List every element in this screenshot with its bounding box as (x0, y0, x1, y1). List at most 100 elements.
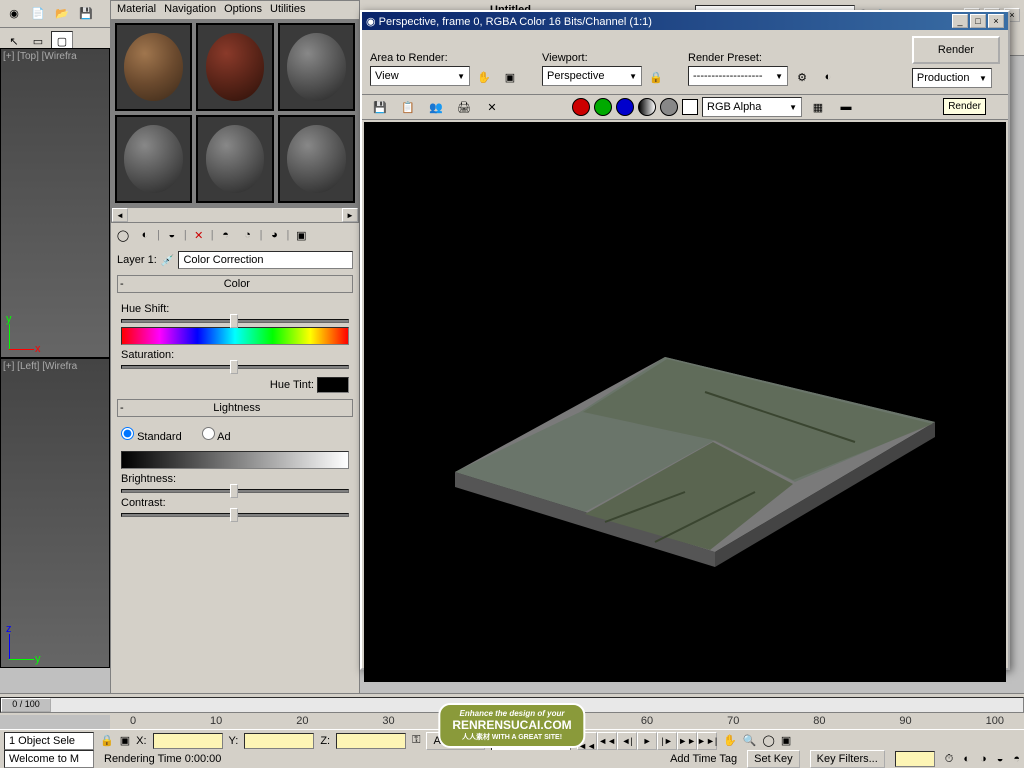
clone-icon[interactable]: 👥 (425, 96, 447, 118)
save-icon[interactable]: 💾 (75, 3, 97, 25)
brightness-slider[interactable] (121, 489, 349, 493)
options-menu[interactable]: Options (224, 3, 262, 17)
viewport-nav1-icon[interactable]: ◐ (963, 753, 970, 765)
orbit-icon[interactable]: ◯ (763, 734, 775, 747)
layer-type-field[interactable]: Color Correction (178, 251, 353, 269)
y-coord-input[interactable] (244, 733, 314, 749)
render-button[interactable]: Render (912, 36, 1000, 64)
lock-selection-icon[interactable]: 🔒 (100, 734, 114, 747)
x-coord-input[interactable] (153, 733, 223, 749)
setkey-button[interactable]: Set Key (747, 750, 800, 768)
render-output[interactable] (364, 122, 1006, 682)
pan-icon[interactable]: ✋ (723, 734, 737, 747)
zoom-icon[interactable]: 🔍 (743, 734, 757, 747)
alpha-channel-icon[interactable] (660, 98, 678, 116)
contrast-slider[interactable] (121, 513, 349, 517)
save-image-icon[interactable]: 💾 (369, 96, 391, 118)
next-frame-icon[interactable]: ►► (677, 732, 697, 750)
render-minimize-button[interactable]: _ (952, 14, 968, 28)
time-config-icon[interactable]: ⏱ (945, 753, 954, 766)
key-icon[interactable]: ⚿ (412, 734, 420, 747)
scroll-left-icon[interactable]: ◄ (112, 208, 128, 222)
advanced-radio[interactable]: Ad (202, 427, 231, 443)
navigation-menu[interactable]: Navigation (164, 3, 216, 17)
options-icon[interactable]: ◓ (216, 225, 236, 245)
add-time-tag[interactable]: Add Time Tag (670, 753, 737, 765)
hue-tint-swatch[interactable] (317, 377, 349, 393)
prev-frame-icon[interactable]: ◄◄ (597, 732, 617, 750)
material-scrollbar[interactable]: ◄ ► (111, 207, 359, 223)
production-dropdown[interactable]: Production▼ (912, 68, 992, 88)
viewport-nav2-icon[interactable]: ◑ (980, 753, 987, 765)
put-material-icon[interactable]: ◐ (135, 225, 155, 245)
toggle-ui-icon[interactable]: ▬ (835, 96, 857, 118)
viewport-nav4-icon[interactable]: ◓ (1013, 753, 1020, 765)
goto-end-icon[interactable]: ►►| (697, 732, 717, 750)
render-titlebar[interactable]: ◉ Perspective, frame 0, RGBA Color 16 Bi… (362, 12, 1008, 30)
viewport-left-label: [+] [Left] [Wirefra (3, 361, 77, 372)
toggle-overlay-icon[interactable]: ▦ (807, 96, 829, 118)
maximize-viewport-icon[interactable]: ▣ (781, 734, 791, 747)
standard-radio[interactable]: Standard (121, 427, 182, 443)
viewport-left[interactable]: [+] [Left] [Wirefra y z (0, 358, 110, 668)
frame-input[interactable] (895, 751, 935, 767)
area-dropdown[interactable]: View▼ (370, 66, 470, 86)
viewport-nav3-icon[interactable]: ◒ (997, 753, 1004, 765)
material-slot-1[interactable] (115, 23, 192, 111)
isolate-icon[interactable]: ▣ (120, 734, 130, 747)
assign-material-icon[interactable]: ◒ (162, 225, 182, 245)
material-slot-4[interactable] (115, 115, 192, 203)
new-icon[interactable]: 📄 (27, 3, 49, 25)
get-material-icon[interactable]: ◯ (113, 225, 133, 245)
next-key-icon[interactable]: |► (657, 732, 677, 750)
mono-channel-icon[interactable] (638, 98, 656, 116)
lightness-params: Standard Ad Brightness: Contrast: (111, 419, 359, 525)
viewport-dropdown[interactable]: Perspective▼ (542, 66, 642, 86)
render-toolbar: 💾 📋 👥 🖨 ✕ RGB Alpha▼ ▦ ▬ (362, 94, 1008, 120)
delete-icon[interactable]: ✕ (189, 225, 209, 245)
watermark: Enhance the design of your RENRENSUCAI.C… (438, 703, 585, 748)
z-coord-input[interactable] (336, 733, 406, 749)
render-title-text: Perspective, frame 0, RGBA Color 16 Bits… (379, 16, 652, 28)
render-setup-icon[interactable]: ⚙ (791, 66, 813, 88)
utilities-menu[interactable]: Utilities (270, 3, 305, 17)
material-slot-2[interactable] (196, 23, 273, 111)
select-by-material-icon[interactable]: ▣ (291, 225, 311, 245)
color-sample-swatch[interactable] (682, 99, 698, 115)
channel-dropdown[interactable]: RGB Alpha▼ (702, 97, 802, 117)
make-unique-icon[interactable]: ◔ (238, 225, 258, 245)
blue-channel-icon[interactable] (616, 98, 634, 116)
material-menu[interactable]: Material (117, 3, 156, 17)
render-close-button[interactable]: × (988, 14, 1004, 28)
render-maximize-button[interactable]: □ (970, 14, 986, 28)
material-slot-3[interactable] (278, 23, 355, 111)
material-slots (111, 19, 359, 207)
red-channel-icon[interactable] (572, 98, 590, 116)
material-slot-5[interactable] (196, 115, 273, 203)
preset-dropdown[interactable]: -------------------▼ (688, 66, 788, 86)
eyedropper-icon[interactable]: 💉 (161, 254, 175, 267)
print-icon[interactable]: 🖨 (453, 96, 475, 118)
region-crop-icon[interactable]: ▣ (499, 66, 521, 88)
scroll-right-icon[interactable]: ► (342, 208, 358, 222)
copy-image-icon[interactable]: 📋 (397, 96, 419, 118)
lock-icon[interactable]: 🔒 (645, 66, 667, 88)
show-map-icon[interactable]: ◕ (264, 225, 284, 245)
play-icon[interactable]: ► (637, 732, 657, 750)
clear-icon[interactable]: ✕ (481, 96, 503, 118)
environment-icon[interactable]: ◐ (817, 66, 839, 88)
hue-shift-slider[interactable] (121, 319, 349, 323)
layer-row: Layer 1: 💉 Color Correction (111, 247, 359, 273)
color-section-header[interactable]: -Color (117, 275, 353, 293)
open-icon[interactable]: 📂 (51, 3, 73, 25)
viewport-top[interactable]: [+] [Top] [Wirefra x y (0, 48, 110, 358)
timeline-thumb[interactable]: 0 / 100 (1, 698, 51, 712)
material-slot-6[interactable] (278, 115, 355, 203)
keyfilters-button[interactable]: Key Filters... (810, 750, 885, 768)
green-channel-icon[interactable] (594, 98, 612, 116)
saturation-slider[interactable] (121, 365, 349, 369)
lightness-section-header[interactable]: -Lightness (117, 399, 353, 417)
region-edit-icon[interactable]: ✋ (473, 66, 495, 88)
app-icon[interactable]: ◉ (3, 3, 25, 25)
prev-key-icon[interactable]: ◄| (617, 732, 637, 750)
